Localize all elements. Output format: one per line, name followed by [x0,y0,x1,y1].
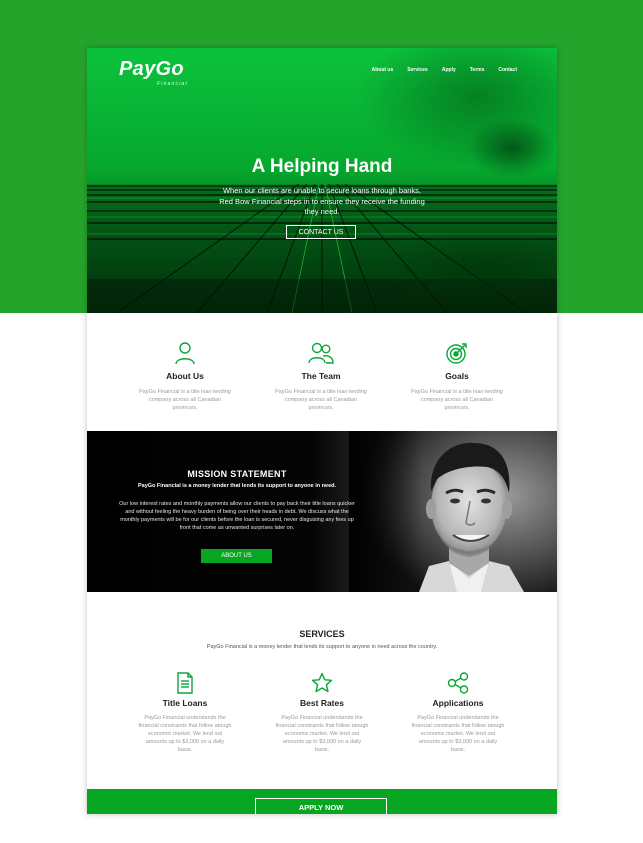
service-applications: Applications PayGo Financial understands… [383,672,533,754]
feature-description: PayGo Financial is a title loan lending … [411,389,503,411]
feature-description: PayGo Financial is a title loan lending … [139,389,231,411]
about-us-button[interactable]: ABOUT US [201,549,272,563]
nav-item-apply[interactable]: Apply [442,67,456,73]
nav-item-about-us[interactable]: About us [372,67,394,73]
feature-goals: Goals PayGo Financial is a title loan le… [387,341,527,412]
contact-us-button[interactable]: CONTACT US [286,225,356,239]
service-title: Best Rates [300,698,344,708]
services-section: SERVICES PayGo Financial is a money lend… [87,592,557,789]
features-section: About Us PayGo Financial is a title loan… [87,313,557,431]
brand-name: PayGo [119,58,184,80]
mission-body: Our low interest rates and monthly payme… [119,501,355,531]
nav-item-services[interactable]: Services [407,67,428,73]
services-title: SERVICES [299,629,345,639]
team-icon [251,341,391,365]
service-best-rates: Best Rates PayGo Financial understands t… [247,672,397,754]
service-description: PayGo Financial understands the financia… [138,715,232,753]
service-title: Title Loans [162,698,208,708]
hero-subtitle: When our clients are unable to secure lo… [219,186,425,216]
nav-item-contact[interactable]: Contact [498,67,517,73]
mission-section: MISSION STATEMENT PayGo Financial is a m… [87,431,557,592]
feature-description: PayGo Financial is a title loan lending … [275,389,367,411]
hero-title: A Helping Hand [251,156,393,177]
main-nav: About us Services Apply Terms Contact [358,67,517,73]
service-description: PayGo Financial understands the financia… [275,715,369,753]
star-icon [247,672,397,694]
webpage-mockup: PayGo Financial About us Services Apply … [87,48,557,814]
mission-title: MISSION STATEMENT [187,469,287,479]
service-title-loans: Title Loans PayGo Financial understands … [110,672,260,754]
hero-cloud [377,228,557,313]
hero-section: PayGo Financial About us Services Apply … [87,48,557,313]
mission-subtitle: PayGo Financial is a money lender that l… [137,483,337,489]
target-icon [387,341,527,365]
feature-title: About Us [166,371,204,381]
apply-now-button[interactable]: APPLY NOW [255,798,387,814]
document-icon [110,672,260,694]
brand-logo[interactable]: PayGo Financial [119,58,187,87]
share-icon [383,672,533,694]
feature-title: Goals [445,371,469,381]
feature-the-team: The Team PayGo Financial is a title loan… [251,341,391,412]
service-title: Applications [432,698,484,708]
person-icon [115,341,255,365]
brand-tagline: Financial [157,81,188,87]
nav-item-terms[interactable]: Terms [470,67,485,73]
feature-about-us: About Us PayGo Financial is a title loan… [115,341,255,412]
services-subtitle: PayGo Financial is a money lender that l… [206,644,438,650]
service-description: PayGo Financial understands the financia… [411,715,505,753]
man-portrait-image [349,431,557,592]
apply-now-section: APPLY NOW [87,789,557,814]
feature-title: The Team [301,371,341,381]
